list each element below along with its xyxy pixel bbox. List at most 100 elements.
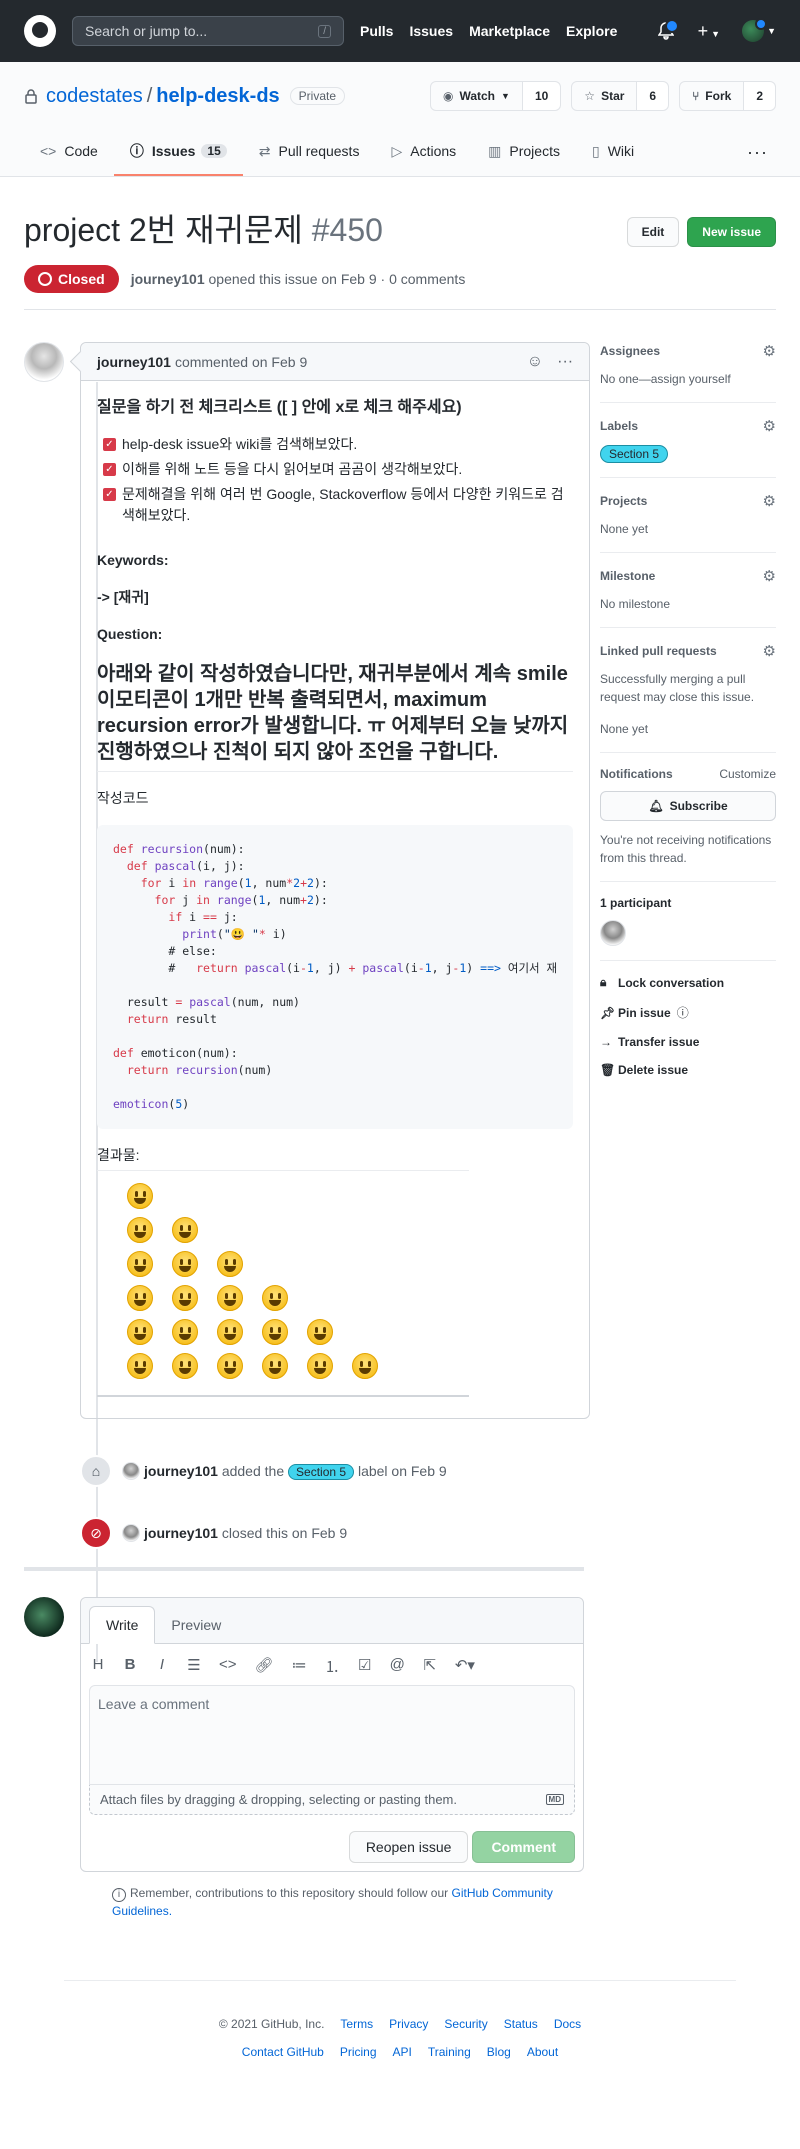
labels-section: Labels ⚙ Section 5 — [600, 403, 776, 478]
edit-button[interactable]: Edit — [626, 217, 680, 247]
repo-owner-link[interactable]: codestates — [46, 85, 143, 107]
cross-reference-icon[interactable]: ⇱ — [423, 1656, 437, 1677]
bold-icon[interactable]: B — [123, 1656, 137, 1677]
tab-write[interactable]: Write — [89, 1606, 156, 1644]
reopen-issue-button[interactable]: Reopen issue — [348, 1831, 469, 1863]
tab-wiki[interactable]: ▯ Wiki — [576, 128, 650, 176]
search-input[interactable]: Search or jump to... / — [72, 16, 344, 46]
footer-link-security[interactable]: Security — [444, 2017, 487, 2031]
avatar[interactable] — [24, 342, 64, 382]
projects-title[interactable]: Projects — [600, 494, 647, 508]
event-author-link[interactable]: journey101 — [144, 1463, 218, 1479]
mention-icon[interactable]: @ — [390, 1656, 405, 1677]
issue-closed-icon — [38, 272, 52, 286]
event-author-link[interactable]: journey101 — [144, 1525, 218, 1541]
nav-issues[interactable]: Issues — [409, 23, 453, 39]
footer-link-pricing[interactable]: Pricing — [340, 2045, 377, 2059]
customize-link[interactable]: Customize — [719, 767, 776, 781]
task-list-icon[interactable]: ☑ — [358, 1656, 372, 1677]
gear-icon[interactable]: ⚙ — [763, 342, 776, 360]
tab-actions[interactable]: ▷ Actions — [375, 128, 472, 176]
issue-meta-text: opened this issue on Feb 9 · 0 comments — [208, 271, 466, 287]
checkbox-checked-icon[interactable]: ✓ — [103, 488, 116, 501]
more-menu-icon[interactable]: ··· — [739, 128, 776, 176]
reply-icon[interactable]: ↶▾ — [455, 1656, 475, 1677]
footer-link-privacy[interactable]: Privacy — [389, 2017, 428, 2031]
transfer-issue-link[interactable]: → Transfer issue — [600, 1035, 776, 1049]
smiley-reaction-icon[interactable]: ☺ — [527, 353, 543, 371]
section-label-badge[interactable]: Section 5 — [600, 445, 669, 463]
watch-count[interactable]: 10 — [522, 82, 561, 110]
subscribe-button[interactable]: 🔔︎ Subscribe — [600, 791, 776, 821]
delete-issue-link[interactable]: 🗑︎ Delete issue — [600, 1063, 776, 1077]
task-text: help-desk issue와 wiki를 검색해보았다. — [122, 436, 358, 452]
section-label-badge[interactable]: Section 5 — [288, 1463, 355, 1480]
code-icon: <> — [40, 143, 57, 159]
chevron-down-icon: ▼ — [501, 91, 510, 101]
linked-prs-desc: Successfully merging a pull request may … — [600, 672, 755, 704]
tab-preview[interactable]: Preview — [155, 1607, 237, 1643]
avatar[interactable] — [600, 920, 626, 946]
lock-conversation-link[interactable]: 🔒︎ Lock conversation — [600, 975, 776, 990]
pin-issue-link[interactable]: 📌︎ Pin issue ⓘ — [600, 1004, 776, 1021]
file-attach-zone[interactable]: Attach files by dragging & dropping, sel… — [89, 1785, 575, 1815]
labels-title[interactable]: Labels — [600, 419, 638, 433]
fork-count[interactable]: 2 — [744, 82, 775, 110]
italic-icon[interactable]: I — [155, 1656, 169, 1677]
milestone-title[interactable]: Milestone — [600, 569, 655, 583]
author-link[interactable]: journey101 — [131, 271, 205, 287]
tab-projects[interactable]: ▥ Projects — [472, 128, 576, 176]
assignees-value[interactable]: No one—assign yourself — [600, 370, 776, 388]
watch-button[interactable]: ◉ Watch ▼ — [431, 82, 523, 110]
link-icon[interactable]: 🔗︎ — [255, 1656, 274, 1677]
footer-link-api[interactable]: API — [393, 2045, 412, 2059]
tab-pull-requests[interactable]: ⇄ Pull requests — [243, 128, 376, 176]
footer-link-training[interactable]: Training — [428, 2045, 471, 2059]
repo-name-link[interactable]: help-desk-ds — [156, 85, 279, 107]
code-line: def emoticon(num): — [113, 1046, 238, 1060]
avatar[interactable] — [122, 1462, 140, 1480]
avatar[interactable] — [122, 1524, 140, 1542]
nav-pulls[interactable]: Pulls — [360, 23, 393, 39]
footer-link-terms[interactable]: Terms — [340, 2017, 373, 2031]
comment-author-link[interactable]: journey101 — [97, 354, 171, 370]
kebab-menu-icon[interactable]: ··· — [557, 353, 573, 371]
gear-icon[interactable]: ⚙ — [763, 492, 776, 510]
event-text: journey101 closed this on Feb 9 — [144, 1525, 347, 1541]
checkbox-checked-icon[interactable]: ✓ — [103, 438, 116, 451]
tab-issues[interactable]: ⓘ Issues 15 — [113, 128, 243, 176]
new-issue-button[interactable]: New issue — [687, 217, 776, 247]
markdown-icon[interactable]: MD — [545, 1794, 564, 1805]
comment-button[interactable]: Comment — [472, 1831, 575, 1863]
assignees-title[interactable]: Assignees — [600, 344, 660, 358]
footer-link-docs[interactable]: Docs — [554, 2017, 581, 2031]
footer-link-contact[interactable]: Contact GitHub — [242, 2045, 324, 2059]
nav-marketplace[interactable]: Marketplace — [469, 23, 550, 39]
gear-icon[interactable]: ⚙ — [763, 642, 776, 660]
comment-textarea[interactable]: Leave a comment — [89, 1685, 575, 1785]
avatar[interactable] — [24, 1597, 64, 1637]
ordered-list-icon[interactable]: ⒈ — [325, 1656, 340, 1677]
fork-button[interactable]: ⑂ Fork — [680, 82, 745, 110]
create-new-dropdown[interactable]: + ▼ — [698, 21, 720, 42]
star-count[interactable]: 6 — [637, 82, 669, 110]
notification-bell-icon[interactable] — [657, 19, 679, 40]
github-logo-icon[interactable] — [24, 15, 56, 47]
gear-icon[interactable]: ⚙ — [763, 567, 776, 585]
checkbox-checked-icon[interactable]: ✓ — [103, 463, 116, 476]
linked-prs-title[interactable]: Linked pull requests — [600, 644, 717, 658]
footer-link-about[interactable]: About — [527, 2045, 558, 2059]
quote-icon[interactable]: ☰ — [187, 1656, 201, 1677]
star-button[interactable]: ☆ Star — [572, 82, 638, 110]
code-icon[interactable]: <> — [219, 1656, 237, 1677]
tab-code[interactable]: <> Code — [24, 128, 114, 176]
user-menu-dropdown[interactable]: ▼ — [742, 18, 776, 42]
emoji-row — [127, 1179, 469, 1213]
gear-icon[interactable]: ⚙ — [763, 417, 776, 435]
nav-explore[interactable]: Explore — [566, 23, 617, 39]
heading-icon[interactable]: H — [91, 1656, 105, 1677]
comment-date[interactable]: commented on Feb 9 — [175, 354, 307, 370]
footer-link-blog[interactable]: Blog — [487, 2045, 511, 2059]
unordered-list-icon[interactable]: ≔ — [292, 1656, 307, 1677]
footer-link-status[interactable]: Status — [504, 2017, 538, 2031]
